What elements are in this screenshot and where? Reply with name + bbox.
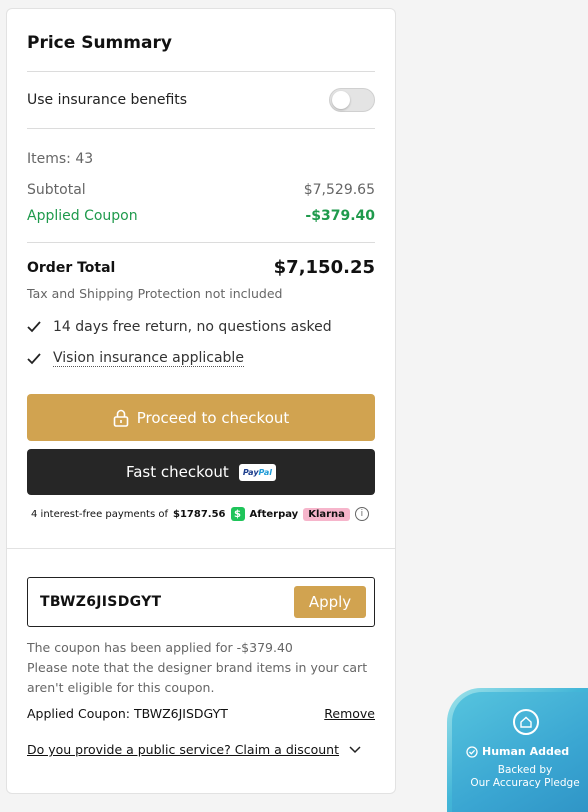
check-circle-icon <box>466 745 478 758</box>
fast-checkout-button[interactable]: Fast checkout PayPal <box>27 449 375 495</box>
badge-panel: Human Added Backed by Our Accuracy Pledg… <box>452 692 588 812</box>
divider <box>27 71 375 72</box>
apply-coupon-button[interactable]: Apply <box>294 586 366 618</box>
badge-title: Human Added <box>466 745 588 758</box>
klarna-logo: Klarna <box>303 507 350 521</box>
proceed-to-checkout-button[interactable]: Proceed to checkout <box>27 394 375 441</box>
cashapp-icon: $ <box>230 507 245 521</box>
remove-coupon-link[interactable]: Remove <box>324 706 375 721</box>
claim-discount-link[interactable]: Do you provide a public service? Claim a… <box>27 742 339 757</box>
insurance-label: Use insurance benefits <box>27 92 188 108</box>
claim-discount-row[interactable]: Do you provide a public service? Claim a… <box>27 742 375 757</box>
human-added-badge[interactable]: Human Added Backed by Our Accuracy Pledg… <box>447 688 588 812</box>
fast-checkout-label: Fast checkout <box>125 463 229 481</box>
coupon-row: Applied Coupon -$379.40 <box>27 208 375 224</box>
subtotal-label: Subtotal <box>27 182 86 198</box>
coupon-note-line: aren't eligible for this coupon. <box>27 680 215 695</box>
applied-coupon-row: Applied Coupon: TBWZ6JISDGYT Remove <box>27 706 375 721</box>
chevron-down-icon <box>349 745 361 753</box>
info-icon[interactable]: i <box>354 507 369 521</box>
installments-row: 4 interest-free payments of $1787.56 $ A… <box>31 507 375 521</box>
coupon-code-value[interactable]: TBWZ6JISDGYT <box>40 594 161 610</box>
benefit-item: Vision insurance applicable <box>27 350 375 367</box>
vision-insurance-link[interactable]: Vision insurance applicable <box>53 350 244 367</box>
check-icon <box>27 352 41 364</box>
applied-coupon-text: Applied Coupon: TBWZ6JISDGYT <box>27 706 228 721</box>
coupon-note: The coupon has been applied for -$379.40… <box>27 638 375 698</box>
total-value: $7,150.25 <box>273 257 375 278</box>
coupon-label: Applied Coupon <box>27 208 138 224</box>
divider <box>27 128 375 129</box>
insurance-toggle[interactable] <box>329 88 375 112</box>
coupon-note-line: The coupon has been applied for -$379.40 <box>27 640 293 655</box>
afterpay-logo: Afterpay <box>249 508 299 520</box>
badge-subtitle: Backed by Our Accuracy Pledge <box>470 764 580 789</box>
tax-note: Tax and Shipping Protection not included <box>27 286 283 301</box>
insurance-row: Use insurance benefits <box>27 88 375 112</box>
checkout-label: Proceed to checkout <box>136 408 290 427</box>
subtotal-row: Subtotal $7,529.65 <box>27 182 375 198</box>
coupon-note-line: Please note that the designer brand item… <box>27 660 368 675</box>
total-row: Order Total $7,150.25 <box>27 257 375 278</box>
home-shield-icon <box>513 709 539 735</box>
toggle-knob <box>332 91 350 109</box>
coupon-value: -$379.40 <box>305 208 375 224</box>
total-label: Order Total <box>27 259 116 276</box>
paypal-logo: PayPal <box>238 463 277 481</box>
installments-text: 4 interest-free payments of <box>31 508 168 520</box>
divider <box>27 242 375 243</box>
subtotal-value: $7,529.65 <box>303 182 375 198</box>
check-icon <box>27 321 41 333</box>
items-count: Items: 43 <box>27 151 94 167</box>
installment-amount: $1787.56 <box>172 508 226 520</box>
price-summary-card: Price Summary Use insurance benefits Ite… <box>6 8 396 794</box>
page-title: Price Summary <box>27 33 172 53</box>
section-divider <box>7 548 395 549</box>
coupon-input[interactable]: TBWZ6JISDGYT Apply <box>27 577 375 627</box>
benefit-item: 14 days free return, no questions asked <box>27 319 375 335</box>
benefit-text: 14 days free return, no questions asked <box>53 319 332 335</box>
lock-icon <box>113 409 129 427</box>
